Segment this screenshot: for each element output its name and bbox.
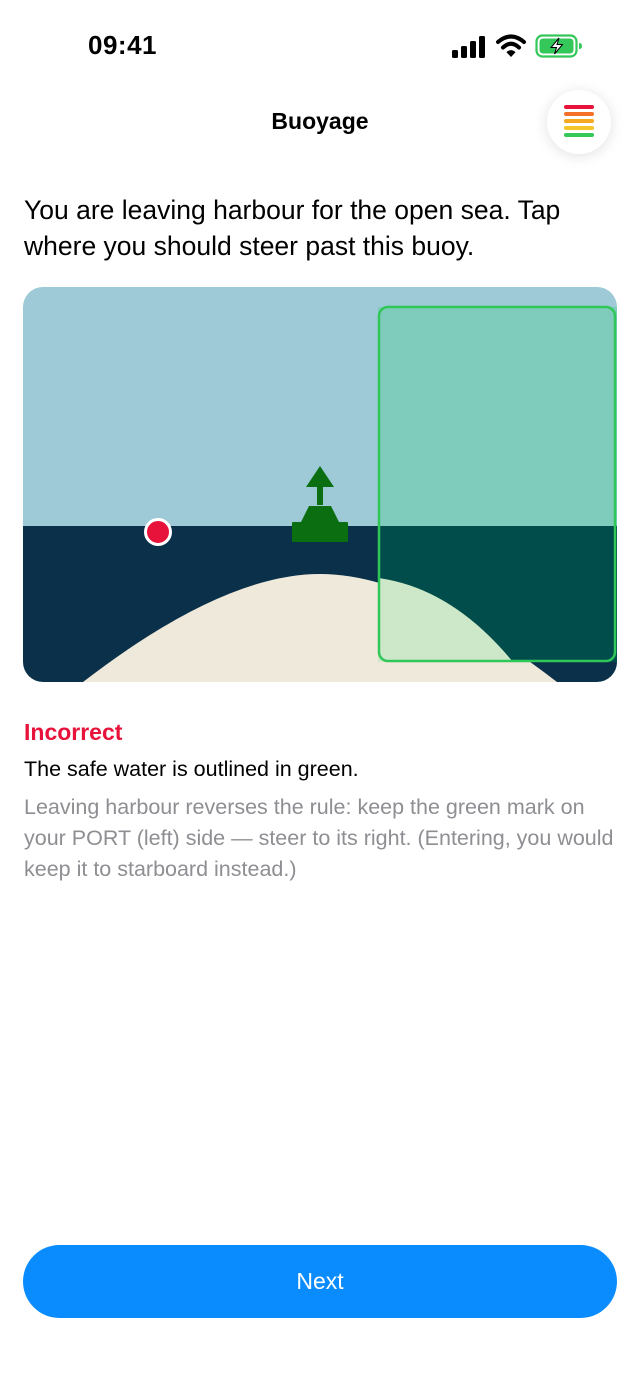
- progress-levels-icon: [564, 105, 594, 137]
- cellular-signal-icon: [452, 36, 485, 58]
- status-time: 09:41: [88, 30, 157, 60]
- page-title: Buoyage: [271, 108, 369, 134]
- progress-menu-button[interactable]: [547, 90, 611, 154]
- wifi-icon: [496, 34, 526, 57]
- question-text: You are leaving harbour for the open sea…: [24, 195, 561, 261]
- tap-marker: [144, 518, 172, 546]
- result-label: Incorrect: [24, 719, 123, 745]
- battery-charging-icon: [535, 34, 582, 58]
- status-bar: 09:41: [0, 0, 640, 90]
- safe-water-zone: [377, 305, 617, 663]
- result-explanation: Leaving harbour reverses the rule: keep …: [24, 795, 614, 881]
- result-subtitle: The safe water is outlined in green.: [24, 757, 359, 781]
- next-button[interactable]: Next: [23, 1245, 617, 1318]
- buoy-scene[interactable]: [23, 287, 617, 682]
